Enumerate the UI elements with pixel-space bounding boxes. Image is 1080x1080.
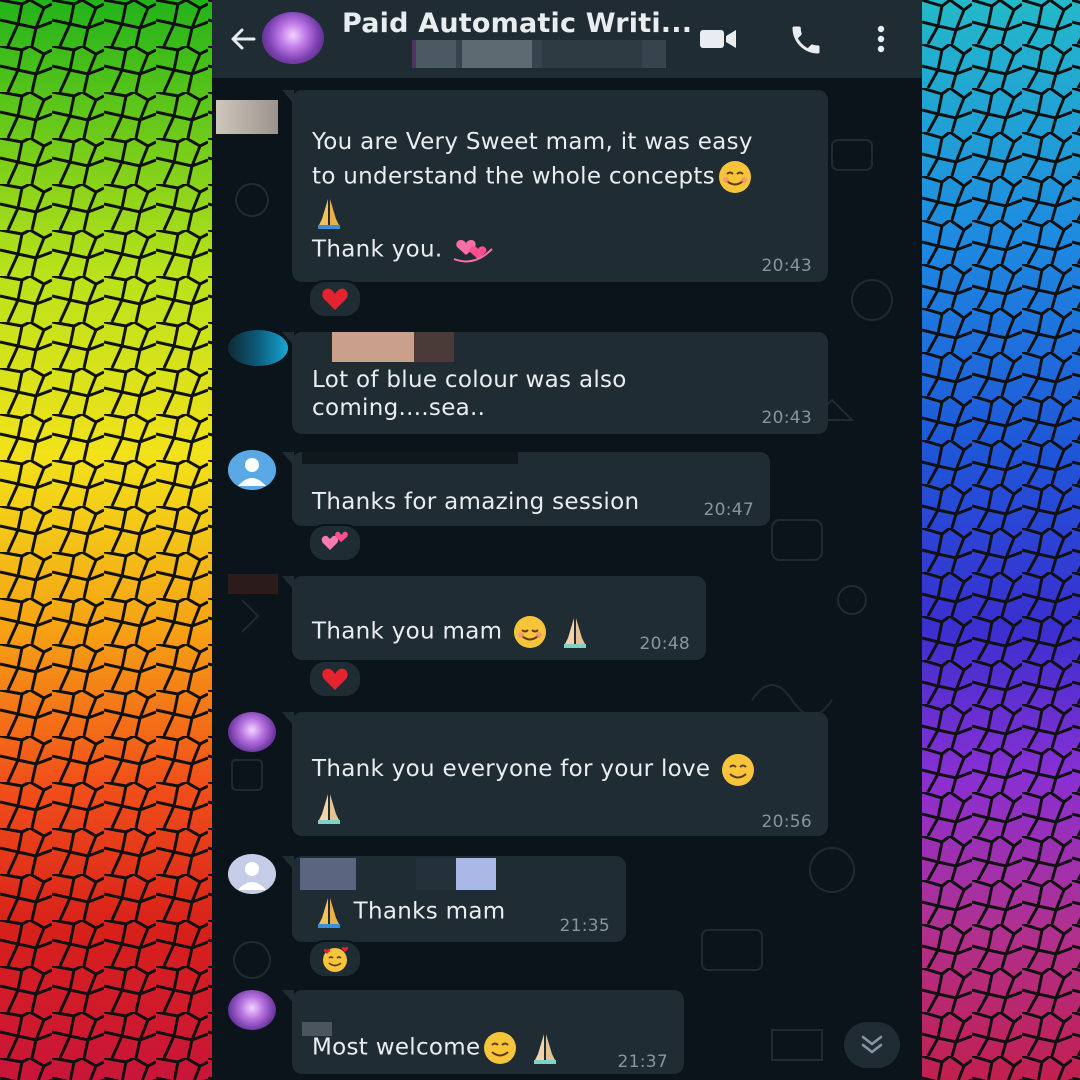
- message-time: 20:56: [761, 812, 812, 832]
- message-text: Thanks mam: [312, 894, 505, 930]
- message-bubble[interactable]: Lot of blue colour was also coming....se…: [282, 332, 828, 434]
- message-line-text: Most welcome: [312, 1034, 481, 1061]
- message-line: [312, 195, 755, 233]
- bubble-tail: [282, 856, 294, 870]
- message-bubble[interactable]: Thanks for amazing session 20:47: [282, 452, 770, 526]
- message-line-text: Thank you everyone for your love: [312, 756, 711, 782]
- bubble-tail: [282, 452, 294, 466]
- message-time: 21:37: [617, 1052, 668, 1072]
- message-line: Thank you everyone for your love: [312, 750, 758, 788]
- message-line: to understand the whole concepts: [312, 159, 755, 195]
- person-icon: [228, 854, 276, 894]
- video-camera-icon[interactable]: [698, 22, 738, 56]
- default-avatar: [228, 854, 276, 894]
- message-time: 20:43: [761, 408, 812, 428]
- phone-icon[interactable]: [788, 22, 824, 58]
- smiling-face-emoji: [719, 161, 752, 193]
- message-bubble[interactable]: Thank you everyone for your love 20:56: [282, 712, 828, 836]
- message-time: 20:47: [703, 500, 754, 520]
- message-text: Thank you everyone for your love: [312, 750, 758, 826]
- message-text: Thank you mam: [312, 614, 592, 650]
- message-time: 20:43: [761, 256, 812, 276]
- message-text: Thanks for amazing session: [312, 489, 640, 515]
- message-bubble[interactable]: You are Very Sweet mam, it was easy to u…: [282, 90, 828, 282]
- folded-hands-emoji: [534, 1034, 557, 1064]
- redacted-sender: [302, 452, 518, 464]
- redacted-block: [542, 40, 642, 68]
- bubble-tail: [282, 712, 294, 726]
- smiling-face-emoji: [513, 616, 546, 648]
- message-line-text: Thanks mam: [353, 898, 506, 925]
- redacted-sender: [456, 858, 496, 890]
- message-line: [312, 788, 758, 826]
- arrow-left-icon[interactable]: [226, 22, 260, 56]
- message-line: Lot of blue colour was also: [312, 367, 627, 393]
- message-bubble[interactable]: Most welcome 21:37: [282, 990, 684, 1074]
- bubble-tail: [282, 576, 294, 590]
- message-line: You are Very Sweet mam, it was easy: [312, 129, 753, 155]
- chat-header: Paid Automatic Writi...: [212, 0, 922, 78]
- two-hearts-emoji: [321, 531, 348, 550]
- more-vert-icon[interactable]: [872, 22, 890, 56]
- mosaic-art-right: [922, 0, 1080, 1080]
- heart-emoji: [322, 668, 348, 690]
- message-line: Thank you.: [312, 233, 755, 267]
- redacted-block: [416, 40, 456, 68]
- message-reaction[interactable]: [308, 524, 362, 562]
- message-text: Most welcome: [312, 1030, 562, 1066]
- message-line-text: Thank you.: [312, 236, 443, 263]
- message-bubble[interactable]: Thank you mam 20:48: [282, 576, 706, 660]
- bubble-tail: [282, 990, 294, 1004]
- person-icon: [228, 450, 276, 490]
- group-avatar[interactable]: [262, 12, 324, 64]
- message-reaction[interactable]: [308, 660, 362, 698]
- message-reaction[interactable]: [308, 940, 362, 978]
- bubble-tail: [282, 90, 294, 104]
- chat-title[interactable]: Paid Automatic Writi...: [342, 8, 692, 39]
- redacted-sender: [300, 858, 356, 890]
- right-mosaic-background: [922, 0, 1080, 1080]
- redacted-sender: [414, 332, 454, 362]
- redacted-avatar: [228, 330, 288, 366]
- folded-hands-emoji: [318, 199, 340, 229]
- redacted-avatar: [216, 100, 278, 134]
- chat-screen: Paid Automatic Writi... You are Very Swe…: [212, 0, 922, 1080]
- folded-hands-emoji: [318, 793, 340, 824]
- folded-hands-emoji: [318, 898, 340, 928]
- sender-avatar[interactable]: [228, 712, 276, 752]
- message-line-text: Thank you mam: [312, 618, 503, 645]
- heart-emoji: [322, 288, 348, 310]
- default-avatar: [228, 450, 276, 490]
- redacted-sender: [332, 332, 414, 362]
- message-reaction[interactable]: [308, 280, 362, 318]
- message-text: You are Very Sweet mam, it was easy to u…: [312, 126, 755, 267]
- folded-hands-emoji: [563, 618, 586, 648]
- redacted-sender: [416, 858, 456, 890]
- bubble-tail: [282, 332, 294, 346]
- message-time: 21:35: [559, 916, 610, 936]
- double-chevron-down-icon: [861, 1035, 883, 1054]
- smiling-face-emoji: [484, 1032, 517, 1064]
- message-text: Lot of blue colour was also coming....se…: [312, 366, 627, 422]
- smiling-face-with-hearts-emoji: [323, 946, 349, 972]
- redacted-avatar: [228, 574, 278, 594]
- left-mosaic-background: [0, 0, 212, 1080]
- message-time: 20:48: [639, 634, 690, 654]
- message-bubble[interactable]: Thanks mam 21:35: [282, 856, 626, 942]
- smiling-face-emoji: [722, 753, 755, 786]
- message-line: coming....sea..: [312, 395, 486, 421]
- scroll-to-bottom-button[interactable]: [844, 1022, 900, 1068]
- message-line-text: to understand the whole concepts: [312, 163, 716, 190]
- sender-avatar[interactable]: [228, 990, 276, 1030]
- revolving-hearts-emoji: [453, 240, 493, 263]
- redacted-block: [462, 40, 532, 68]
- mosaic-art-left: [0, 0, 212, 1080]
